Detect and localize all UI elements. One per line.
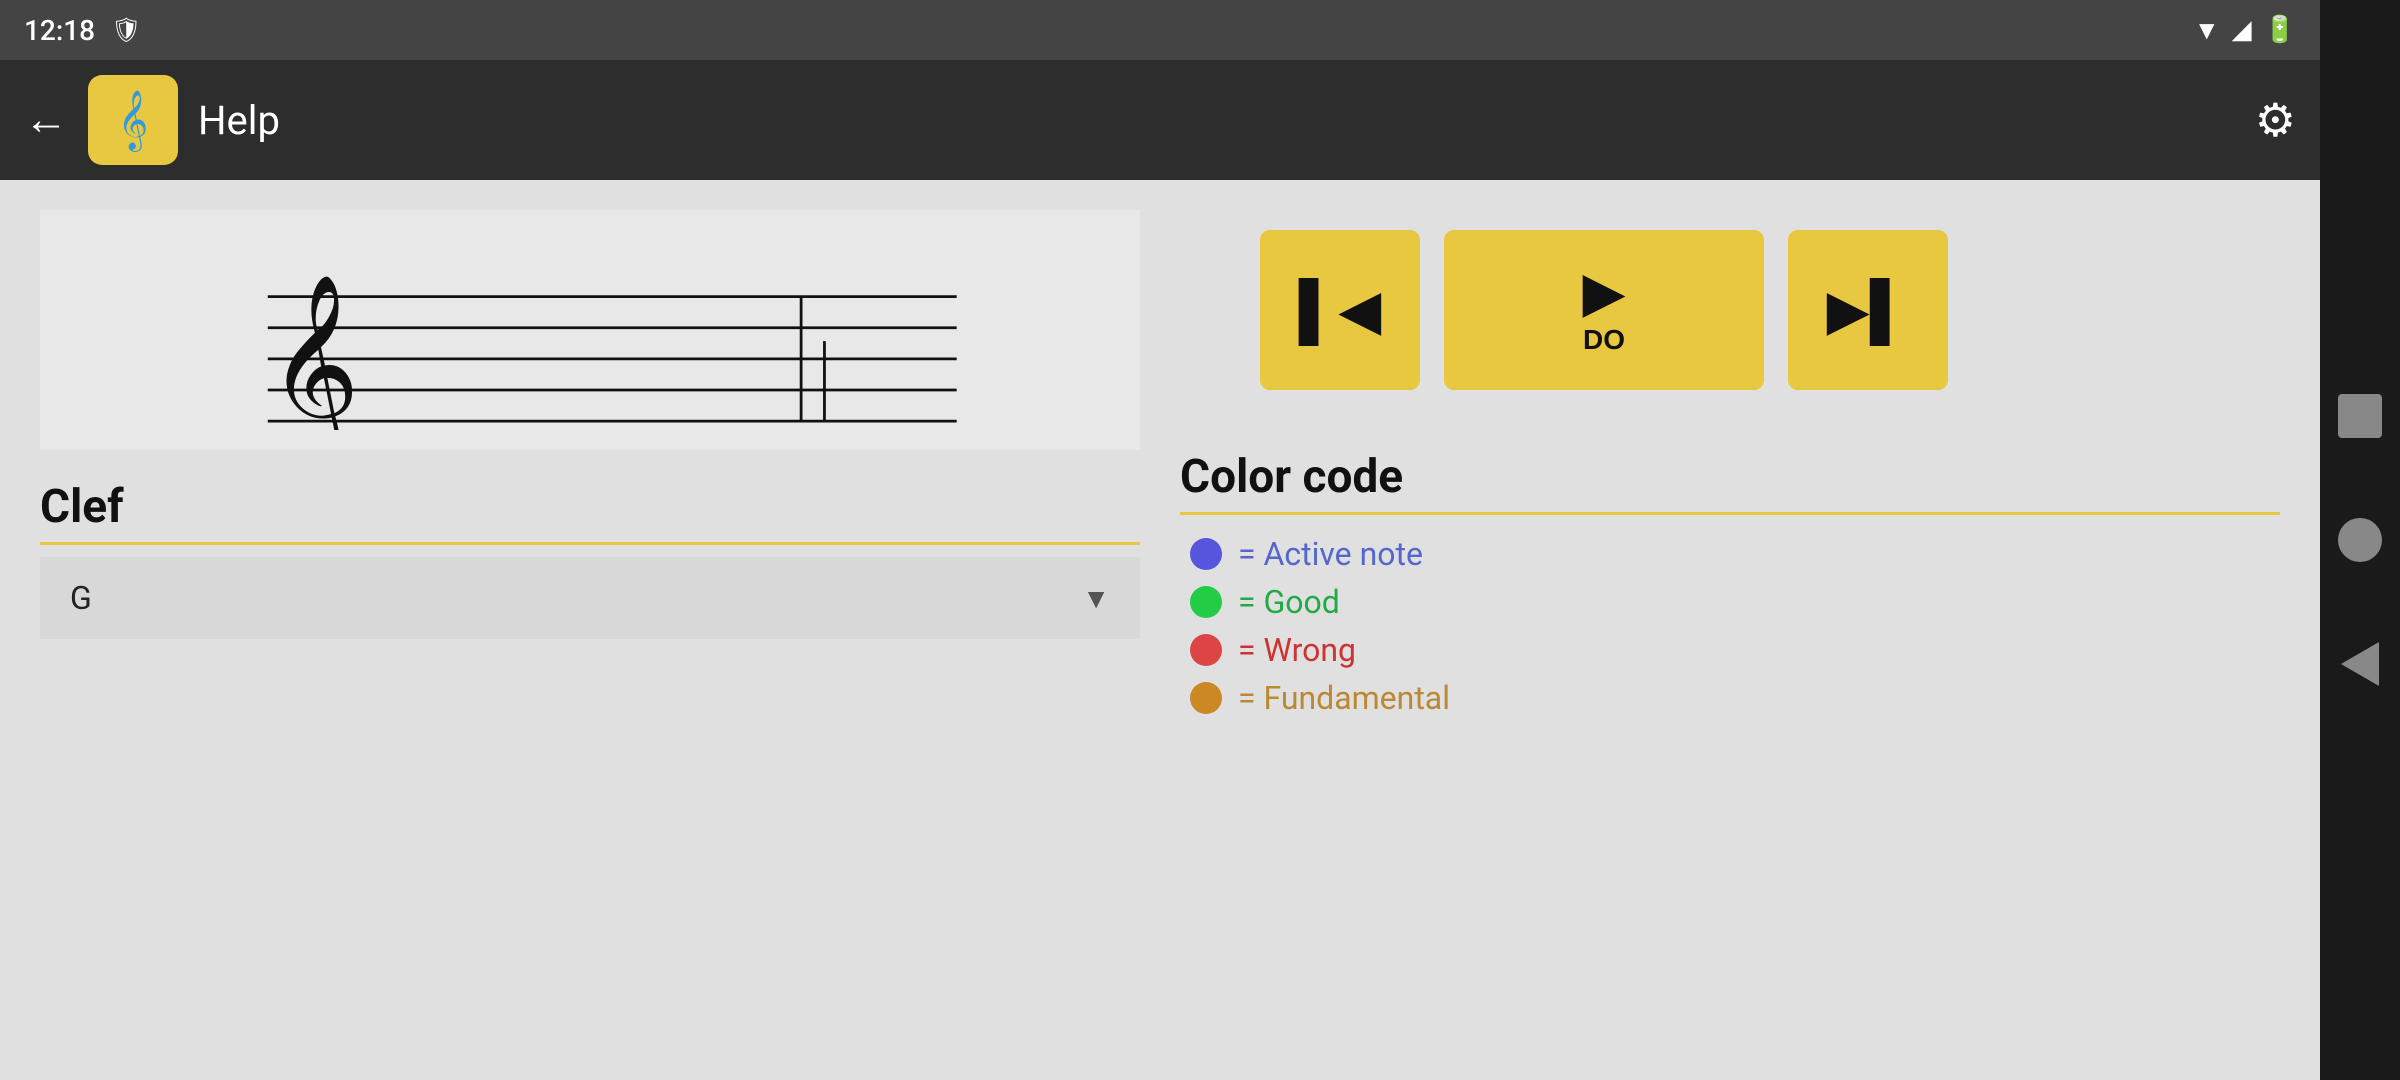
color-label-fundamental: = Fundamental — [1238, 679, 1450, 717]
next-icon: ▶▌ — [1827, 282, 1910, 338]
clef-divider — [40, 542, 1140, 545]
toolbar-title: Help — [198, 97, 2255, 144]
battery-icon: 🔋 — [2264, 15, 2296, 45]
clef-section: Clef G ▼ — [40, 480, 1140, 639]
svg-text:𝄞: 𝄞 — [268, 277, 360, 430]
status-bar: 12:18 🛡 ▼ ◢ 🔋 — [0, 0, 2320, 60]
status-bar-left: 12:18 🛡 — [24, 14, 142, 47]
edge-circle-button[interactable] — [2338, 518, 2382, 562]
back-button[interactable]: ← — [24, 95, 68, 145]
color-code-title: Color code — [1180, 450, 2280, 504]
play-button[interactable]: ▶ DO — [1444, 230, 1764, 390]
play-icon: ▶ — [1582, 264, 1625, 320]
color-item-active: = Active note — [1190, 535, 2280, 573]
play-label: DO — [1583, 324, 1625, 356]
right-panel: ▌◀ ▶ DO ▶▌ Color code = Active note — [1180, 210, 2280, 1050]
settings-button[interactable]: ⚙ — [2255, 93, 2296, 147]
color-label-active: = Active note — [1238, 535, 1423, 573]
color-item-fundamental: = Fundamental — [1190, 679, 2280, 717]
dot-active-note — [1190, 538, 1222, 570]
edge-square-button[interactable] — [2338, 394, 2382, 438]
color-label-good: = Good — [1238, 583, 1340, 621]
color-code-items: = Active note = Good = Wrong = Fundament… — [1180, 535, 2280, 717]
dot-good — [1190, 586, 1222, 618]
clef-section-title: Clef — [40, 480, 1140, 534]
clef-selected-value: G — [70, 579, 92, 617]
left-panel: 𝄞 Clef G ▼ — [40, 210, 1140, 1050]
playback-controls: ▌◀ ▶ DO ▶▌ — [1180, 210, 2280, 390]
main-content: 𝄞 Clef G ▼ — [0, 180, 2320, 1080]
color-label-wrong: = Wrong — [1238, 631, 1356, 669]
staff-notation: 𝄞 — [60, 230, 1120, 430]
edge-back-button[interactable] — [2341, 642, 2379, 686]
staff-area: 𝄞 — [40, 210, 1140, 450]
next-button[interactable]: ▶▌ — [1788, 230, 1948, 390]
color-item-wrong: = Wrong — [1190, 631, 2280, 669]
color-item-good: = Good — [1190, 583, 2280, 621]
color-code-section: Color code = Active note = Good = Wrong — [1180, 450, 2280, 717]
status-bar-right: ▼ ◢ 🔋 — [2194, 15, 2296, 46]
clef-dropdown[interactable]: G ▼ — [40, 557, 1140, 639]
prev-icon: ▌◀ — [1299, 282, 1382, 338]
status-time: 12:18 — [24, 14, 95, 47]
toolbar: ← 𝄞 Help ⚙ — [0, 60, 2320, 180]
shield-icon: 🛡 — [111, 16, 141, 44]
dropdown-arrow-icon: ▼ — [1082, 582, 1110, 615]
color-code-divider — [1180, 512, 2280, 515]
dot-fundamental — [1190, 682, 1222, 714]
signal-icon: ◢ — [2232, 15, 2252, 45]
dot-wrong — [1190, 634, 1222, 666]
prev-button[interactable]: ▌◀ — [1260, 230, 1420, 390]
wifi-icon: ▼ — [2194, 15, 2220, 46]
app-container: 12:18 🛡 ▼ ◢ 🔋 ← 𝄞 Help ⚙ — [0, 0, 2320, 1080]
edge-panel — [2320, 0, 2400, 1080]
app-icon: 𝄞 — [88, 75, 178, 165]
app-icon-symbol: 𝄞 — [118, 89, 149, 151]
